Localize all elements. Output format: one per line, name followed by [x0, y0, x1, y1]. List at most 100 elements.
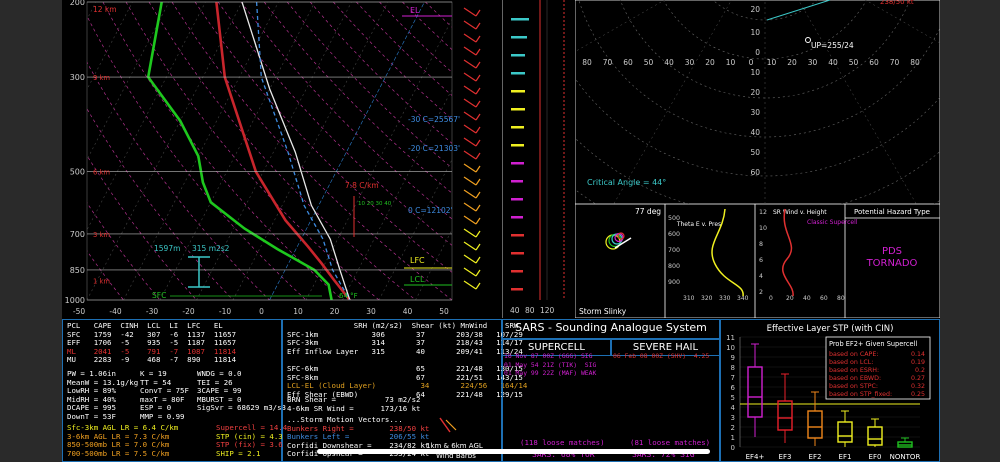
sr-x-tick: 0 — [769, 295, 773, 302]
hodo-x-tick: 40 — [664, 58, 674, 67]
ef-prob-value: 0.19 — [911, 359, 925, 366]
hodo-x-tick: 50 — [644, 58, 654, 67]
hodo-x-tick: 80 — [582, 58, 592, 67]
wind-speed-bar — [511, 180, 523, 183]
horizontal-scrollbar[interactable] — [317, 449, 710, 454]
sfc-temp: 64 °F — [339, 292, 358, 300]
wind-speed-bar — [511, 144, 524, 147]
temp-tick: 20 — [330, 307, 340, 316]
temp-tick: -50 — [73, 307, 85, 316]
stp-box — [867, 426, 883, 446]
wind-barb-flag — [475, 113, 481, 121]
parcel-table: PCL CAPE CINH LCL LI LFC EL SFC 1759 -42… — [67, 321, 241, 365]
hodo-x-tick: 0 — [749, 58, 754, 67]
wind-barb-flag — [475, 126, 481, 134]
hodograph-chart: 80 70 60 50 40 30 20 10 0 10 20 30 40 50 60 70 801001020… — [575, 0, 940, 204]
stp-y-tick: 11 — [726, 334, 735, 342]
critical-angle: Critical Angle = 44° — [587, 178, 666, 187]
stp-category: EF0 — [869, 453, 882, 461]
right-margin — [940, 0, 1000, 462]
stp-category: NONTOR — [890, 453, 921, 461]
sr-wind-title: SR Wind v. Height — [773, 209, 827, 216]
hodo-x-tick: 10 — [726, 58, 736, 67]
stp-y-tick: 5 — [731, 394, 735, 402]
left-margin — [0, 0, 62, 462]
wind-barb-flag — [475, 178, 481, 186]
wind-speed-bar — [511, 90, 525, 93]
hodo-top-tick: 20 — [750, 5, 760, 14]
skewt-chart: 200 300 500 700 850 1000 -50 -40 -30 -20 -10 0 10 20 3… — [65, 0, 481, 316]
hodo-y-tick: 30 — [750, 108, 760, 117]
wind-barb — [463, 33, 477, 43]
wind-barb-flag — [475, 217, 481, 225]
stp-box — [777, 400, 793, 431]
wind-barb-flag — [475, 48, 481, 56]
wind-barb-flag — [475, 204, 481, 212]
wind-speed-bar — [511, 162, 524, 165]
wind-barb-flag — [475, 87, 481, 95]
temp-tick: 0 — [259, 307, 264, 316]
lapse-sub-label: 10 20 30 40 — [358, 201, 392, 207]
hodo-y-tick: 10 — [750, 28, 760, 37]
wind-axis-tick: 120 — [540, 306, 555, 315]
stp-y-tick: 1 — [731, 434, 735, 442]
wind-barb — [463, 20, 477, 30]
temp-tick: -30 — [146, 307, 158, 316]
sars-supercell-list: 16 Nov 87 00Z (GGG) SIG 01 May 54 21Z (TI… — [504, 352, 596, 378]
pressure-tick: 200 — [70, 0, 85, 7]
ef-prob-value: 0.32 — [911, 383, 925, 390]
temp-tick: -20 — [182, 307, 194, 316]
hodo-y-tick: 0 — [755, 48, 760, 57]
wind-barb-flag — [475, 22, 481, 30]
theta-p-tick: 900 — [668, 279, 680, 286]
stp-category: EF3 — [779, 453, 792, 461]
sharppy-window: 200 300 500 700 850 1000 -50 -40 -30 -20 -10 0 10 20 3… — [0, 0, 1000, 462]
ef-prob-value: 0.27 — [911, 375, 925, 382]
wind-barb — [463, 111, 477, 121]
isotherm-height: -20 C=21303' — [408, 144, 460, 153]
wind-barb — [463, 150, 477, 160]
inferred-panels: 77 degStorm SlinkyTheta E v. Pres5006007… — [575, 204, 940, 318]
wind-barb — [463, 85, 477, 95]
slinky-angle: 77 deg — [635, 207, 661, 216]
wind-barb — [463, 241, 477, 251]
temp-tick: 50 — [439, 307, 449, 316]
ef-prob-label: based on CAPE: — [829, 351, 878, 358]
ef-prob-label: based on STP_fixed: — [829, 391, 892, 398]
lfc-label: LFC — [410, 256, 425, 265]
hodo-x-tick: 20 — [705, 58, 715, 67]
wind-barb — [463, 7, 477, 17]
lapse-rates: Sfc-3km AGL LR = 6.4 C/km 3-6km AGL LR = … — [67, 423, 178, 458]
skewt-frame — [86, 1, 453, 301]
thermo-left: PW = 1.06in MeanW = 13.1g/kg LowRH = 89% Mi… — [67, 369, 138, 422]
hodo-y-tick: 20 — [750, 88, 760, 97]
pressure-tick: 1000 — [65, 296, 85, 305]
wind-speed-bar — [511, 252, 524, 255]
wind-barb — [463, 215, 477, 225]
theta-p-tick: 500 — [668, 215, 680, 222]
hodo-x-tick: 30 — [808, 58, 818, 67]
pressure-tick: 300 — [70, 73, 85, 82]
pressure-tick: 700 — [70, 230, 85, 239]
wind-barb — [463, 228, 477, 238]
isotherm-height: 0 C=12102' — [408, 206, 453, 215]
wind-barbs-inset: 1km & 6km AGLWind Barbs — [426, 417, 483, 460]
classic-label: Classic Supercell — [807, 219, 858, 226]
stp-box — [807, 410, 823, 439]
stp-box — [837, 421, 853, 443]
sars-hail-row: 06 Feb 08 00Z (SHV) 4.25 — [613, 352, 710, 360]
thermo-value: DownT = 53F — [67, 411, 116, 421]
ef-prob-value: 0.14 — [911, 351, 925, 358]
wind-barb-flag — [475, 100, 481, 108]
wind-barb — [463, 46, 477, 56]
sars-hail-list: 06 Feb 08 00Z (SHV) 4.25 — [613, 352, 709, 361]
theta-x-tick: 310 — [683, 295, 695, 302]
wind-speed-bar — [511, 270, 523, 273]
wind-axis-tick: 80 — [525, 306, 535, 315]
wind-speed-bar — [511, 36, 527, 39]
wind-barb — [463, 163, 477, 173]
wind-axis-tick: 40 — [510, 306, 520, 315]
hodo-y-tick: 50 — [750, 148, 760, 157]
stp-category: EF1 — [839, 453, 852, 461]
theta-p-tick: 800 — [668, 263, 680, 270]
